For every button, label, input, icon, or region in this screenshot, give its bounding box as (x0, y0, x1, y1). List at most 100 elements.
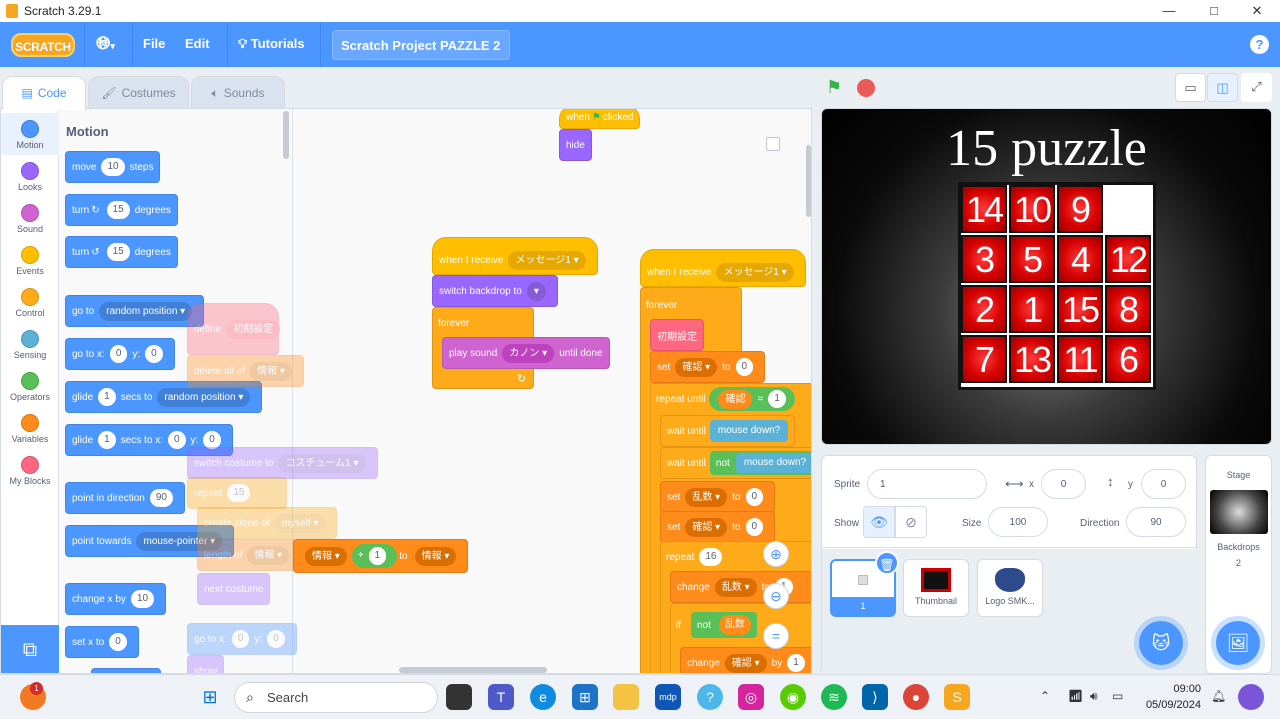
category-operators[interactable]: Operators (1, 365, 59, 407)
add-block[interactable]: 情報 ▾ +1 to 情報 ▾ (293, 539, 469, 573)
block-set-x[interactable]: set x to 0 (65, 626, 139, 658)
category-my-blocks[interactable]: My Blocks (1, 449, 59, 491)
block-go-to-xy[interactable]: go to x: 0 y: 0 (65, 338, 175, 370)
show-hidden-button[interactable]: ⊘ (895, 506, 927, 538)
instagram-icon[interactable]: ◎ (738, 684, 764, 710)
help-app-icon[interactable]: ? (697, 684, 723, 710)
set-var-block-1[interactable]: set 確認 ▾ to 0 (650, 351, 766, 383)
tab-sounds[interactable]: 🔈︎ Sounds (191, 76, 285, 109)
when-flag-clicked-block[interactable]: when ⚑ clicked (559, 109, 641, 129)
puzzle-tile[interactable]: 2 (961, 285, 1007, 333)
wait-until-block-1[interactable]: wait until mouse down? (660, 415, 796, 447)
taskbar-search[interactable]: ⌕ Search (234, 682, 438, 713)
category-motion[interactable]: Motion (1, 113, 59, 155)
project-title-input[interactable] (332, 30, 510, 60)
hide-block[interactable]: hide (559, 129, 592, 161)
puzzle-tile[interactable]: 5 (1009, 235, 1055, 283)
delete-sprite-button[interactable]: 🗑︎ (875, 551, 899, 575)
globe-icon[interactable]: 🌐︎▾ (96, 34, 115, 55)
puzzle-tile[interactable]: 3 (961, 235, 1007, 283)
puzzle-tile[interactable]: 13 (1009, 335, 1055, 383)
copilot-icon[interactable] (1238, 684, 1264, 710)
edit-menu[interactable]: Edit (185, 36, 210, 51)
block-turn-left[interactable]: turn ↺ 15 degrees (65, 236, 178, 268)
sprite-tile-logo[interactable]: Logo SMK... (977, 559, 1043, 617)
puzzle-tile[interactable]: 7 (961, 335, 1007, 383)
zoom-out-button[interactable]: ⊖ (763, 583, 789, 609)
palette-scrollbar[interactable] (283, 111, 289, 159)
puzzle-tile[interactable]: 6 (1105, 335, 1151, 383)
category-control[interactable]: Control (1, 281, 59, 323)
file-explorer-icon[interactable] (613, 684, 639, 710)
puzzle-tile[interactable]: 1 (1009, 285, 1055, 333)
choose-sprite-button[interactable]: 🐱︎ (1139, 621, 1183, 665)
scratch-logo[interactable]: SCRATCH (11, 33, 75, 57)
edge-icon[interactable]: e (530, 684, 556, 710)
block-go-to[interactable]: go to random position ▾ (65, 295, 205, 327)
puzzle-tile[interactable]: 9 (1057, 185, 1103, 233)
mdp-icon[interactable]: mdp (655, 684, 681, 710)
speaker-icon[interactable]: 🔊︎ (1090, 689, 1098, 704)
stop-button[interactable] (857, 79, 875, 97)
init-call-block[interactable]: 初期設定 (650, 319, 704, 351)
zoom-reset-button[interactable]: = (763, 623, 789, 649)
minimize-button[interactable]: — (1146, 1, 1192, 21)
block-point-in-direction[interactable]: point in direction 90 (65, 482, 185, 514)
clock-time[interactable]: 09:00 (1145, 683, 1201, 695)
help-icon[interactable]: ? (1250, 35, 1269, 54)
small-stage-button[interactable]: ▭ (1175, 73, 1206, 102)
chevron-up-icon[interactable]: ⌃ (1040, 689, 1050, 703)
clock-date[interactable]: 05/09/2024 (1139, 699, 1201, 711)
when-i-receive-block-1[interactable]: when I receive メッセージ1 ▾ (432, 237, 598, 275)
puzzle-tile[interactable]: 4 (1057, 235, 1103, 283)
green-flag-button[interactable]: ⚑ (826, 77, 842, 98)
puzzle-tile[interactable]: 15 (1057, 285, 1103, 333)
vertical-scrollbar[interactable] (806, 145, 811, 217)
sprite-tile-thumbnail[interactable]: Thumbnail (903, 559, 969, 617)
chrome-icon[interactable]: ● (903, 684, 929, 710)
direction-input[interactable] (1126, 507, 1186, 537)
close-button[interactable]: ✕ (1234, 1, 1280, 21)
set-var-block-3[interactable]: set 確認 ▾ to 0 (660, 511, 776, 543)
play-sound-until-done-block[interactable]: play sound カノン ▾ until done (442, 337, 610, 369)
horizontal-scrollbar[interactable] (399, 667, 547, 673)
block-move[interactable]: move 10 steps (65, 151, 161, 183)
store-icon[interactable]: ⊞ (572, 684, 598, 710)
block-change-x[interactable]: change x by 10 (65, 583, 167, 615)
scratch-taskbar-icon[interactable]: S (944, 684, 970, 710)
checkbox[interactable] (766, 137, 780, 151)
duolingo-icon[interactable]: ◉ (780, 684, 806, 710)
y-input[interactable] (1141, 469, 1186, 499)
wifi-icon[interactable]: 📶︎ (1068, 689, 1083, 703)
large-stage-button[interactable]: ◫ (1207, 73, 1238, 102)
fullscreen-button[interactable]: ⤢ (1241, 73, 1272, 102)
puzzle-tile[interactable]: 11 (1057, 335, 1103, 383)
block-turn-right[interactable]: turn ↻ 15 degrees (65, 194, 178, 226)
size-input[interactable] (988, 507, 1048, 537)
x-input[interactable] (1041, 469, 1086, 499)
task-view-icon[interactable] (446, 684, 472, 710)
show-visible-button[interactable]: 👁︎ (863, 506, 895, 538)
puzzle-tile[interactable]: 8 (1105, 285, 1151, 333)
puzzle-tile[interactable]: 14 (961, 185, 1007, 233)
teams-icon[interactable]: T (488, 684, 514, 710)
category-looks[interactable]: Looks (1, 155, 59, 197)
wait-until-block-2[interactable]: wait until not mouse down? (660, 447, 811, 479)
set-var-block-2[interactable]: set 乱数 ▾ to 0 (660, 481, 776, 513)
tutorials-menu[interactable]: 💡︎ Tutorials (238, 36, 305, 52)
bell-icon[interactable]: 🔔︎ (1211, 689, 1226, 703)
change-var-block-1[interactable]: change乱数 ▾to1 (670, 571, 811, 603)
change-var-block-2[interactable]: change 確認 ▾ by 1 (680, 647, 811, 673)
maximize-button[interactable]: □ (1191, 1, 1237, 21)
when-i-receive-block-2[interactable]: when I receive メッセージ1 ▾ (640, 249, 806, 287)
switch-backdrop-block[interactable]: switch backdrop to ▾ (432, 275, 558, 307)
zoom-in-button[interactable]: ⊕ (763, 541, 789, 567)
file-menu[interactable]: File (143, 36, 165, 51)
puzzle-tile[interactable]: 10 (1009, 185, 1055, 233)
vscode-icon[interactable]: ⟩ (862, 684, 888, 710)
category-sensing[interactable]: Sensing (1, 323, 59, 365)
choose-backdrop-button[interactable]: 🖼︎ (1216, 621, 1260, 665)
category-events[interactable]: Events (1, 239, 59, 281)
tab-costumes[interactable]: 🖌︎ Costumes (88, 76, 189, 109)
spotify-icon[interactable]: ≋ (821, 684, 847, 710)
